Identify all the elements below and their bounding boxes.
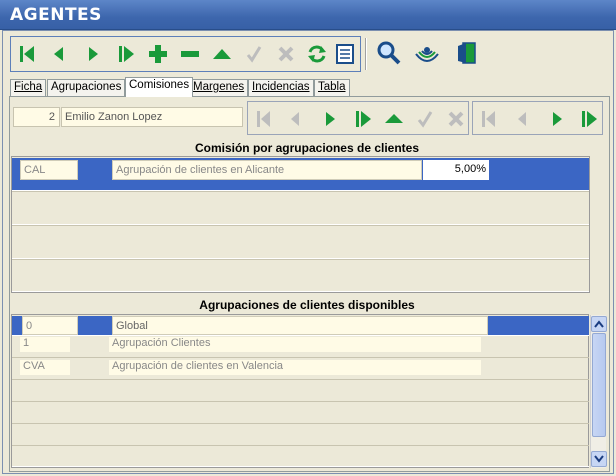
last-record-icon [582, 111, 597, 127]
add-record-button[interactable] [143, 39, 173, 69]
edit-record-button[interactable] [207, 39, 237, 69]
refresh-button[interactable] [302, 39, 332, 69]
table-row [12, 380, 589, 402]
first-record-icon [257, 111, 270, 127]
table-row[interactable]: 0 Global [12, 316, 589, 336]
last-record-icon [356, 111, 371, 127]
scroll-up-button[interactable] [591, 316, 607, 332]
next-record-icon [89, 47, 98, 61]
cancel-button[interactable] [271, 39, 301, 69]
tab-tabla[interactable]: Tabla [314, 79, 350, 96]
available-code-cell[interactable]: CVA [20, 360, 70, 375]
broadcast-button[interactable] [412, 38, 442, 68]
search-button[interactable] [374, 38, 404, 68]
previous-record-icon [518, 112, 526, 126]
table-row[interactable]: CAL Agrupación de clientes en Alicante 5… [12, 158, 589, 191]
available-code-cell[interactable]: 0 [22, 316, 78, 335]
broadcast-icon [415, 47, 439, 62]
confirm-button[interactable] [239, 39, 269, 69]
table-row[interactable]: CVA Agrupación de clientes en Valencia [12, 358, 589, 380]
commission-confirm-button[interactable] [411, 106, 439, 132]
window-titlebar: AGENTES [0, 0, 616, 30]
toolbar-separator [365, 38, 367, 70]
previous-record-icon [291, 112, 299, 126]
next-record-button[interactable] [78, 39, 108, 69]
available-description-cell[interactable]: Global [112, 316, 488, 335]
commission-cancel-button[interactable] [442, 106, 470, 132]
available-nav-toolbar [472, 101, 603, 135]
table-row [12, 259, 589, 292]
commission-edit-button[interactable] [380, 106, 408, 132]
tab-ficha[interactable]: Ficha [10, 79, 47, 96]
first-record-button[interactable] [13, 39, 43, 69]
last-record-icon [119, 46, 134, 62]
commission-description-cell[interactable]: Agrupación de clientes en Alicante [112, 160, 422, 180]
available-description-cell[interactable]: Agrupación de clientes en Valencia [109, 360, 481, 375]
edit-record-icon [385, 114, 403, 123]
first-record-icon [20, 46, 34, 62]
report-list-icon [336, 44, 354, 64]
report-list-button[interactable] [330, 39, 360, 69]
table-row [12, 424, 589, 446]
table-row[interactable]: 1 Agrupación Clientes [12, 336, 589, 358]
table-row [12, 191, 589, 225]
available-section-title: Agrupaciones de clientes disponibles [199, 298, 415, 312]
delete-record-button[interactable] [175, 39, 205, 69]
search-icon [377, 41, 401, 65]
available-last-button[interactable] [575, 106, 603, 132]
confirm-check-icon [246, 46, 262, 63]
window-title: AGENTES [10, 5, 102, 25]
confirm-check-icon [417, 111, 433, 128]
available-grid: 0 Global 1 Agrupación Clientes CVA Agrup… [11, 314, 589, 468]
table-row [12, 402, 589, 424]
next-record-icon [553, 112, 562, 126]
exit-button[interactable] [452, 38, 482, 68]
agent-number-field[interactable]: 2 [13, 107, 60, 127]
table-row [12, 446, 589, 467]
commission-first-button[interactable] [250, 106, 278, 132]
table-row [12, 225, 589, 259]
cancel-x-icon [278, 46, 294, 62]
commission-nav-toolbar [247, 101, 469, 135]
delete-record-icon [181, 51, 199, 57]
cancel-x-icon [448, 111, 464, 127]
refresh-icon [308, 45, 326, 63]
previous-record-button[interactable] [44, 39, 74, 69]
commission-next-button[interactable] [316, 106, 344, 132]
available-code-cell[interactable]: 1 [20, 337, 70, 352]
record-toolbar [10, 36, 361, 72]
commission-last-button[interactable] [349, 106, 377, 132]
commission-code-cell[interactable]: CAL [20, 160, 78, 180]
tab-comisiones[interactable]: Comisiones [125, 77, 194, 97]
chevron-down-icon [594, 455, 604, 463]
commission-percent-cell[interactable]: 5,00% [423, 160, 489, 180]
scroll-thumb[interactable] [592, 333, 606, 437]
available-previous-button[interactable] [508, 106, 536, 132]
available-scrollbar[interactable] [590, 315, 607, 468]
edit-record-icon [213, 49, 231, 59]
scroll-down-button[interactable] [591, 451, 607, 467]
exit-door-icon [458, 42, 476, 64]
previous-record-icon [54, 47, 63, 61]
next-record-icon [326, 112, 335, 126]
commission-grid: CAL Agrupación de clientes en Alicante 5… [11, 156, 590, 293]
commission-previous-button[interactable] [281, 106, 309, 132]
add-record-icon [149, 45, 167, 63]
tab-agrupaciones[interactable]: Agrupaciones [47, 79, 126, 96]
agent-name-field[interactable]: Emilio Zanon Lopez [61, 107, 243, 127]
chevron-up-icon [594, 320, 604, 328]
available-next-button[interactable] [543, 106, 571, 132]
tab-margenes[interactable]: Margenes [189, 79, 249, 96]
available-first-button[interactable] [475, 106, 503, 132]
available-description-cell[interactable]: Agrupación Clientes [109, 337, 481, 352]
last-record-button[interactable] [111, 39, 141, 69]
first-record-icon [482, 111, 495, 127]
commission-section-title: Comisión por agrupaciones de clientes [194, 141, 420, 155]
tab-incidencias[interactable]: Incidencias [248, 79, 314, 96]
